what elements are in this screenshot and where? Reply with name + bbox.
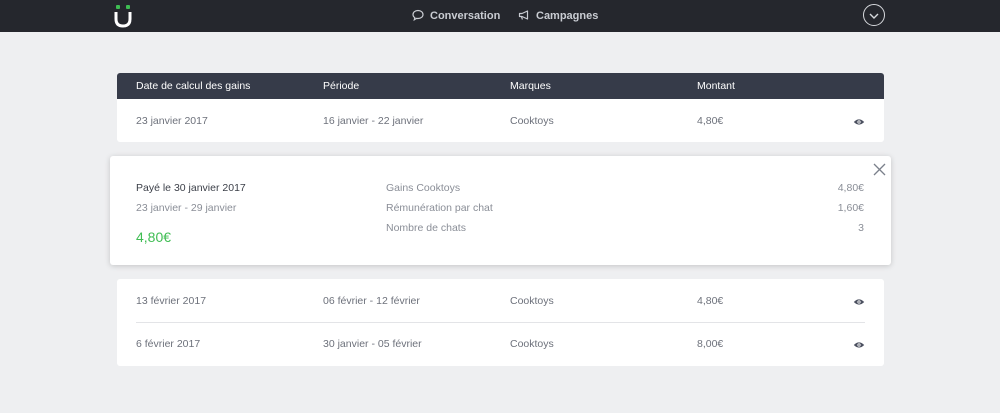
cell-brand: Cooktoys: [510, 338, 554, 350]
payment-amount: 4,80€: [136, 229, 172, 245]
cell-amount: 4,80€: [697, 295, 724, 307]
earnings-table: Date de calcul des gains Période Marques…: [117, 73, 884, 142]
eye-icon[interactable]: [853, 338, 865, 350]
payment-period: 23 janvier - 29 janvier: [136, 202, 237, 214]
detail-label-chat-count: Nombre de chats: [386, 222, 466, 234]
speech-bubble-icon: [412, 9, 430, 24]
table-row[interactable]: 23 janvier 2017 16 janvier - 22 janvier …: [117, 99, 884, 143]
table-row[interactable]: 6 février 2017 30 janvier - 05 février C…: [117, 322, 884, 366]
eye-icon[interactable]: [853, 115, 865, 127]
chevron-down-icon: [869, 6, 879, 24]
close-icon[interactable]: [873, 163, 886, 176]
nav-campaigns[interactable]: Campagnes: [518, 0, 598, 32]
table-header: Date de calcul des gains Période Marques…: [117, 73, 884, 99]
nav-conversation-label: Conversation: [430, 10, 501, 22]
column-header-date: Date de calcul des gains: [136, 80, 251, 92]
cell-brand: Cooktoys: [510, 115, 554, 127]
earnings-table-continued: 13 février 2017 06 février - 12 février …: [117, 279, 884, 366]
cell-date: 23 janvier 2017: [136, 115, 208, 127]
detail-label-rate: Rémunération par chat: [386, 202, 493, 214]
table-row[interactable]: 13 février 2017 06 février - 12 février …: [117, 279, 884, 323]
column-header-brands: Marques: [510, 80, 551, 92]
detail-label-earnings: Gains Cooktoys: [386, 182, 461, 194]
cell-period: 30 janvier - 05 février: [323, 338, 422, 350]
cell-date: 13 février 2017: [136, 295, 207, 307]
cell-date: 6 février 2017: [136, 338, 201, 350]
top-navigation-bar: Conversation Campagnes: [0, 0, 1000, 32]
megaphone-icon: [518, 9, 536, 24]
cell-period: 06 février - 12 février: [323, 295, 420, 307]
nav-campaigns-label: Campagnes: [536, 10, 599, 22]
detail-value-chat-count: 3: [858, 222, 864, 234]
column-header-period: Période: [323, 80, 360, 92]
eye-icon[interactable]: [853, 295, 865, 307]
nav-conversation[interactable]: Conversation: [412, 0, 500, 32]
cell-amount: 8,00€: [697, 338, 724, 350]
detail-value-earnings: 4,80€: [837, 182, 864, 194]
cell-brand: Cooktoys: [510, 295, 554, 307]
detail-value-rate: 1,60€: [837, 202, 864, 214]
app-logo[interactable]: [113, 4, 133, 28]
cell-amount: 4,80€: [697, 115, 724, 127]
user-menu-button[interactable]: [863, 4, 885, 26]
cell-period: 16 janvier - 22 janvier: [323, 115, 424, 127]
payment-detail-panel: Payé le 30 janvier 2017 23 janvier - 29 …: [110, 156, 891, 265]
payment-date-title: Payé le 30 janvier 2017: [136, 182, 246, 194]
column-header-amount: Montant: [697, 80, 735, 92]
